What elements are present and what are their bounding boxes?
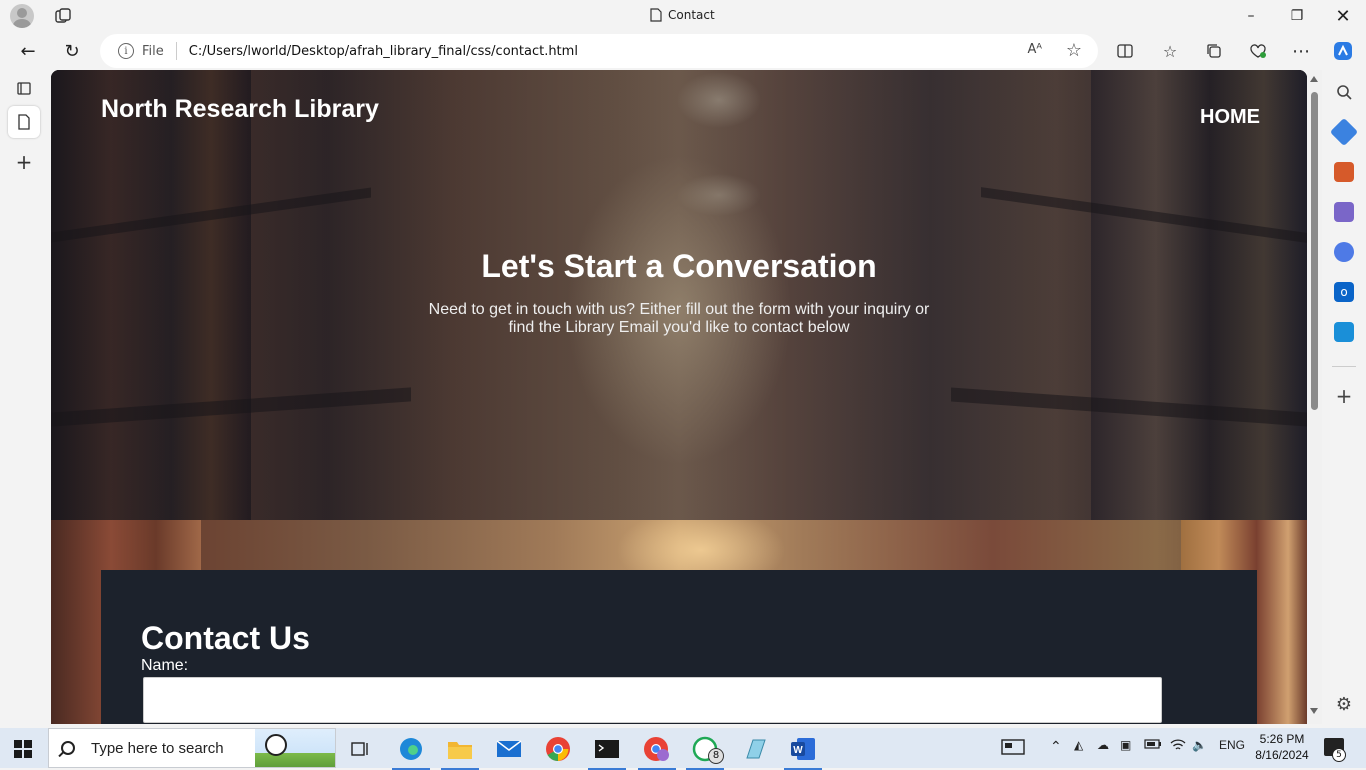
tab-actions-icon[interactable] bbox=[8, 72, 40, 104]
notification-count-badge: 5 bbox=[1332, 748, 1346, 762]
news-widget-icon[interactable] bbox=[1001, 738, 1025, 759]
sidebar-settings-gear-icon[interactable]: ⚙ bbox=[1334, 694, 1354, 715]
taskbar-clock[interactable]: 5:26 PM 8/16/2024 bbox=[1252, 731, 1312, 763]
chrome-profile-icon[interactable] bbox=[638, 734, 676, 770]
battery-icon[interactable] bbox=[1144, 738, 1162, 753]
address-bar[interactable]: i File C:/Users/lworld/Desktop/afrah_lib… bbox=[100, 34, 1098, 68]
name-label: Name: bbox=[141, 657, 189, 674]
word-icon[interactable]: W bbox=[784, 734, 822, 770]
soccer-ball-icon bbox=[265, 734, 287, 756]
search-icon[interactable] bbox=[1334, 82, 1354, 102]
terminal-icon[interactable] bbox=[588, 734, 626, 770]
notepad-app-icon[interactable] bbox=[740, 734, 770, 764]
hero-subtitle: Need to get in touch with us? Either fil… bbox=[419, 301, 939, 337]
tab-title: Contact bbox=[668, 8, 715, 22]
address-separator bbox=[175, 42, 177, 60]
tab-contact[interactable] bbox=[8, 106, 40, 138]
scroll-up-arrow[interactable] bbox=[1310, 76, 1318, 82]
whatsapp-icon[interactable]: 8 bbox=[686, 734, 724, 770]
volume-icon[interactable]: 🔈 bbox=[1192, 738, 1207, 752]
file-explorer-icon[interactable] bbox=[441, 734, 479, 770]
read-aloud-icon[interactable]: Aᴬ bbox=[1028, 42, 1043, 57]
favorites-icon[interactable]: ☆ bbox=[1157, 38, 1183, 64]
file-label: File bbox=[142, 43, 164, 59]
hero-title: Let's Start a Conversation bbox=[481, 248, 877, 284]
restore-button[interactable]: ❐ bbox=[1282, 4, 1312, 28]
edge-taskbar-icon[interactable] bbox=[392, 734, 430, 770]
mail-icon[interactable] bbox=[494, 734, 524, 764]
shopping-tag-icon[interactable] bbox=[1329, 117, 1359, 147]
vertical-tabs-bar: + bbox=[0, 70, 48, 728]
hero-subtitle-line-2: find the Library Email you'd like to con… bbox=[508, 319, 850, 336]
show-hidden-icons-chevron-icon[interactable]: ⌃ bbox=[1050, 738, 1062, 755]
wifi-icon[interactable] bbox=[1170, 738, 1186, 755]
nav-home-link[interactable]: HOME bbox=[1200, 106, 1260, 129]
contact-form-card: Contact Us Name: bbox=[101, 570, 1257, 724]
collections-icon[interactable] bbox=[1201, 38, 1227, 64]
browser-essentials-icon[interactable] bbox=[1245, 38, 1271, 64]
hero-section: North Research Library HOME Let's Start … bbox=[51, 70, 1307, 520]
add-sidebar-app-icon[interactable]: + bbox=[1334, 384, 1354, 408]
page-icon bbox=[650, 8, 662, 22]
more-options-icon[interactable]: ⋯ bbox=[1288, 38, 1314, 64]
tools-briefcase-icon[interactable] bbox=[1334, 162, 1354, 182]
language-indicator[interactable]: ENG bbox=[1219, 738, 1245, 752]
name-input[interactable] bbox=[143, 677, 1162, 723]
scroll-thumb[interactable] bbox=[1311, 92, 1318, 410]
edge-sidebar: o + ⚙ bbox=[1322, 70, 1366, 728]
info-icon[interactable]: i bbox=[118, 43, 134, 59]
whatsapp-badge: 8 bbox=[708, 748, 724, 764]
profile-avatar[interactable] bbox=[10, 4, 34, 28]
split-screen-icon[interactable] bbox=[1112, 38, 1138, 64]
onedrive-cloud-icon[interactable]: ☁ bbox=[1097, 738, 1109, 752]
clock-time: 5:26 PM bbox=[1259, 732, 1305, 746]
drop-icon[interactable] bbox=[1334, 322, 1354, 342]
title-bar: Contact – ❐ ✕ bbox=[0, 0, 1366, 32]
outlook-icon[interactable]: o bbox=[1334, 282, 1354, 302]
games-icon[interactable] bbox=[1334, 202, 1354, 222]
windows-start-icon[interactable] bbox=[14, 740, 32, 758]
workspaces-icon[interactable] bbox=[54, 7, 72, 25]
close-button[interactable]: ✕ bbox=[1328, 4, 1358, 28]
scroll-down-arrow[interactable] bbox=[1310, 708, 1318, 714]
favorite-star-icon[interactable]: ☆ bbox=[1066, 40, 1082, 61]
taskbar-search[interactable]: Type here to search bbox=[48, 728, 336, 768]
page-scrollbar[interactable] bbox=[1307, 70, 1322, 724]
hero-overlay bbox=[51, 70, 1307, 520]
hero-subtitle-line-1: Need to get in touch with us? Either fil… bbox=[428, 301, 930, 318]
browser-toolbar: ← ↻ i File C:/Users/lworld/Desktop/afrah… bbox=[0, 32, 1366, 70]
minimize-button[interactable]: – bbox=[1236, 4, 1266, 28]
active-tab[interactable]: Contact bbox=[650, 8, 715, 22]
task-view-icon[interactable] bbox=[346, 734, 376, 764]
security-icon[interactable]: ▣ bbox=[1120, 738, 1131, 752]
microsoft-365-icon[interactable] bbox=[1334, 242, 1354, 262]
new-tab-button[interactable]: + bbox=[8, 146, 40, 178]
page-viewport: North Research Library HOME Let's Start … bbox=[51, 70, 1307, 724]
windows-taskbar: Type here to search 8 W ⌃ ◭ ☁ ▣ 🔈 ENG 5:… bbox=[0, 728, 1366, 770]
meet-now-icon[interactable]: ◭ bbox=[1074, 738, 1083, 752]
refresh-button[interactable]: ↻ bbox=[57, 36, 87, 66]
svg-text:W: W bbox=[793, 745, 803, 756]
contact-heading: Contact Us bbox=[141, 620, 310, 656]
clock-date: 8/16/2024 bbox=[1255, 748, 1309, 762]
copilot-icon[interactable] bbox=[1330, 38, 1356, 64]
sidebar-divider bbox=[1332, 366, 1356, 367]
taskbar-search-placeholder: Type here to search bbox=[91, 739, 224, 757]
url-text[interactable]: C:/Users/lworld/Desktop/afrah_library_fi… bbox=[189, 44, 578, 59]
back-button[interactable]: ← bbox=[13, 36, 43, 66]
chrome-icon[interactable] bbox=[543, 734, 573, 764]
site-brand[interactable]: North Research Library bbox=[101, 95, 379, 124]
search-magnifier-icon bbox=[61, 741, 75, 755]
